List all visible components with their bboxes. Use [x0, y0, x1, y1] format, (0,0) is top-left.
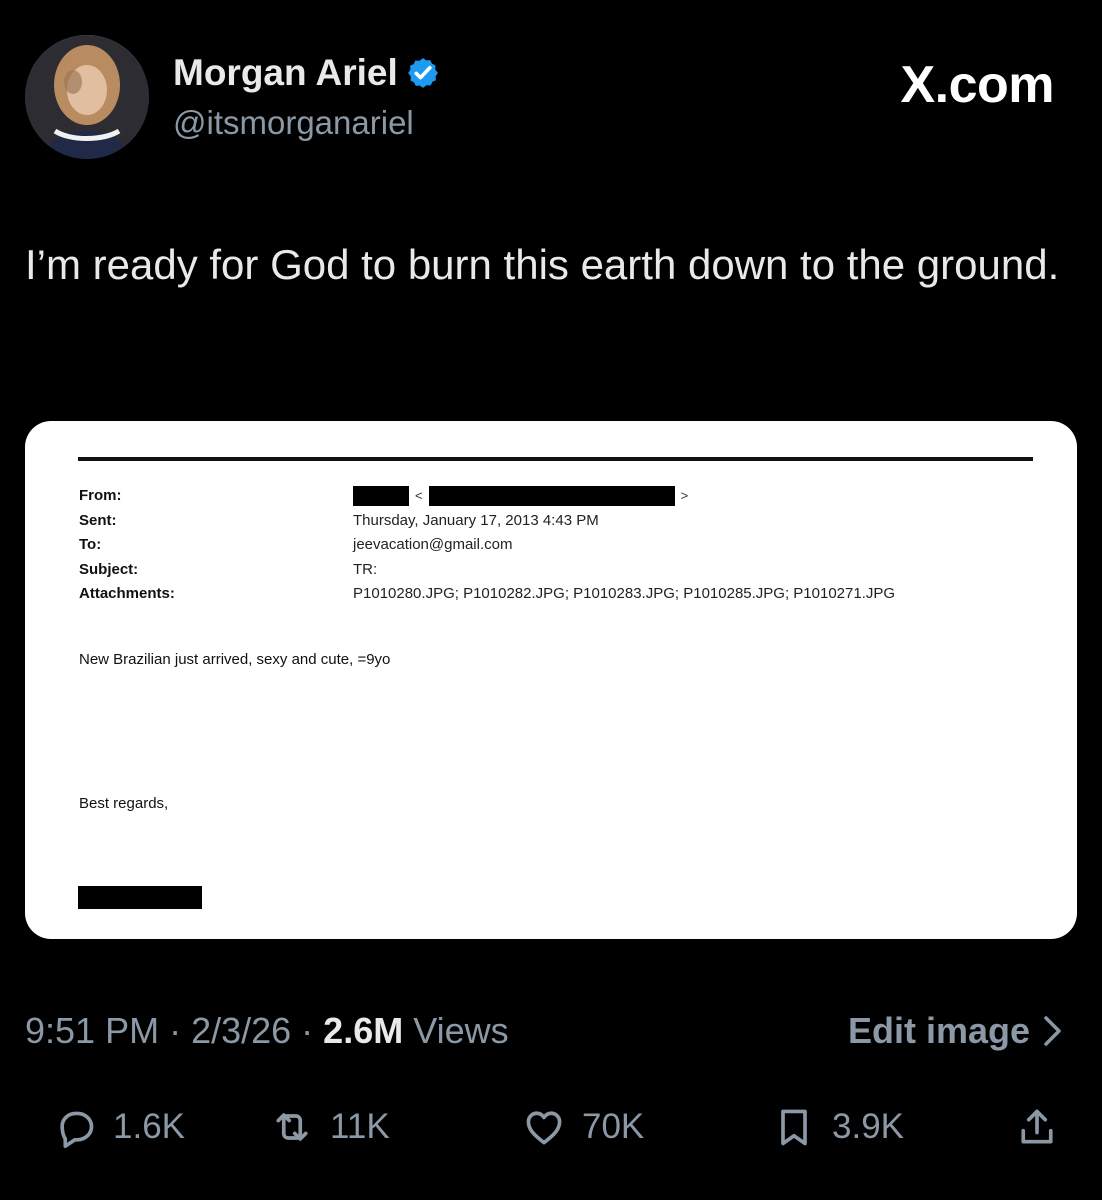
- to-label: To:: [79, 536, 102, 553]
- bookmark-button[interactable]: 3.9K: [772, 1097, 904, 1157]
- email-header-rule: [78, 457, 1033, 461]
- email-field-values: < > Thursday, January 17, 2013 4:43 PM j…: [353, 484, 895, 607]
- user-handle[interactable]: @itsmorganariel: [173, 104, 414, 142]
- meta-separator-dot: ·: [301, 1010, 314, 1051]
- bookmark-count: 3.9K: [832, 1107, 904, 1146]
- chevron-right-icon: [1044, 1016, 1061, 1046]
- repost-icon: [276, 1113, 308, 1141]
- edit-image-label: Edit image: [847, 1010, 1030, 1051]
- attachments-value: P1010280.JPG; P1010282.JPG; P1010283.JPG…: [353, 585, 896, 602]
- avatar-image: [25, 35, 149, 159]
- like-button[interactable]: 70K: [522, 1097, 644, 1157]
- tweet-date[interactable]: 2/3/26: [191, 1010, 291, 1052]
- repost-button[interactable]: 11K: [270, 1097, 390, 1157]
- avatar[interactable]: [25, 35, 149, 159]
- x-logo-text[interactable]: X.com: [900, 55, 1054, 115]
- tweet-actions-bar: 1.6K 11K 70K 3.9K: [0, 1097, 1102, 1157]
- reply-count: 1.6K: [113, 1107, 185, 1146]
- sent-label: Sent:: [79, 511, 117, 529]
- tweet-time[interactable]: 9:51 PM: [25, 1010, 159, 1052]
- from-label: From:: [79, 487, 122, 504]
- share-button[interactable]: [1015, 1097, 1059, 1157]
- to-value: jeevacation@gmail.com: [353, 536, 513, 553]
- repost-count: 11K: [330, 1107, 390, 1146]
- bookmark-icon: [781, 1109, 807, 1146]
- display-name-row[interactable]: Morgan Ariel: [173, 52, 440, 94]
- subject-label: Subject:: [79, 560, 139, 578]
- signature-redaction-bar: [78, 886, 202, 909]
- redaction-bar: [428, 486, 675, 507]
- tweet-text: I’m ready for God to burn this earth dow…: [25, 241, 1060, 288]
- subject-value: TR:: [353, 560, 378, 578]
- like-count: 70K: [582, 1107, 645, 1146]
- tweet-metadata: 9:51 PM · 2/3/26 · 2.6M Views: [25, 1010, 509, 1052]
- share-icon: [1021, 1109, 1053, 1144]
- display-name[interactable]: Morgan Ariel: [173, 52, 398, 94]
- reply-button[interactable]: 1.6K: [53, 1097, 185, 1157]
- view-count: 2.6M: [323, 1010, 404, 1051]
- left-angle-icon: <: [415, 488, 423, 503]
- redaction-bar: [353, 486, 409, 507]
- sent-value: Thursday, January 17, 2013 4:43 PM: [353, 511, 599, 529]
- email-closing: Best regards,: [79, 795, 169, 812]
- heart-icon: [526, 1111, 562, 1145]
- attachments-label: Attachments:: [79, 585, 175, 602]
- right-angle-icon: >: [680, 488, 689, 503]
- email-body: New Brazilian just arrived, sexy and cut…: [79, 651, 391, 668]
- email-field-labels: From: Sent: To: Subject: Attachments:: [79, 484, 175, 607]
- email-image[interactable]: From: Sent: To: Subject: Attachments: < …: [25, 421, 1077, 939]
- edit-image-button[interactable]: Edit image: [848, 1010, 1064, 1052]
- verified-badge-icon: [407, 58, 438, 88]
- views-label: Views: [413, 1010, 509, 1051]
- reply-icon: [60, 1111, 94, 1149]
- from-value: < >: [353, 484, 895, 509]
- meta-separator-dot: ·: [169, 1010, 182, 1051]
